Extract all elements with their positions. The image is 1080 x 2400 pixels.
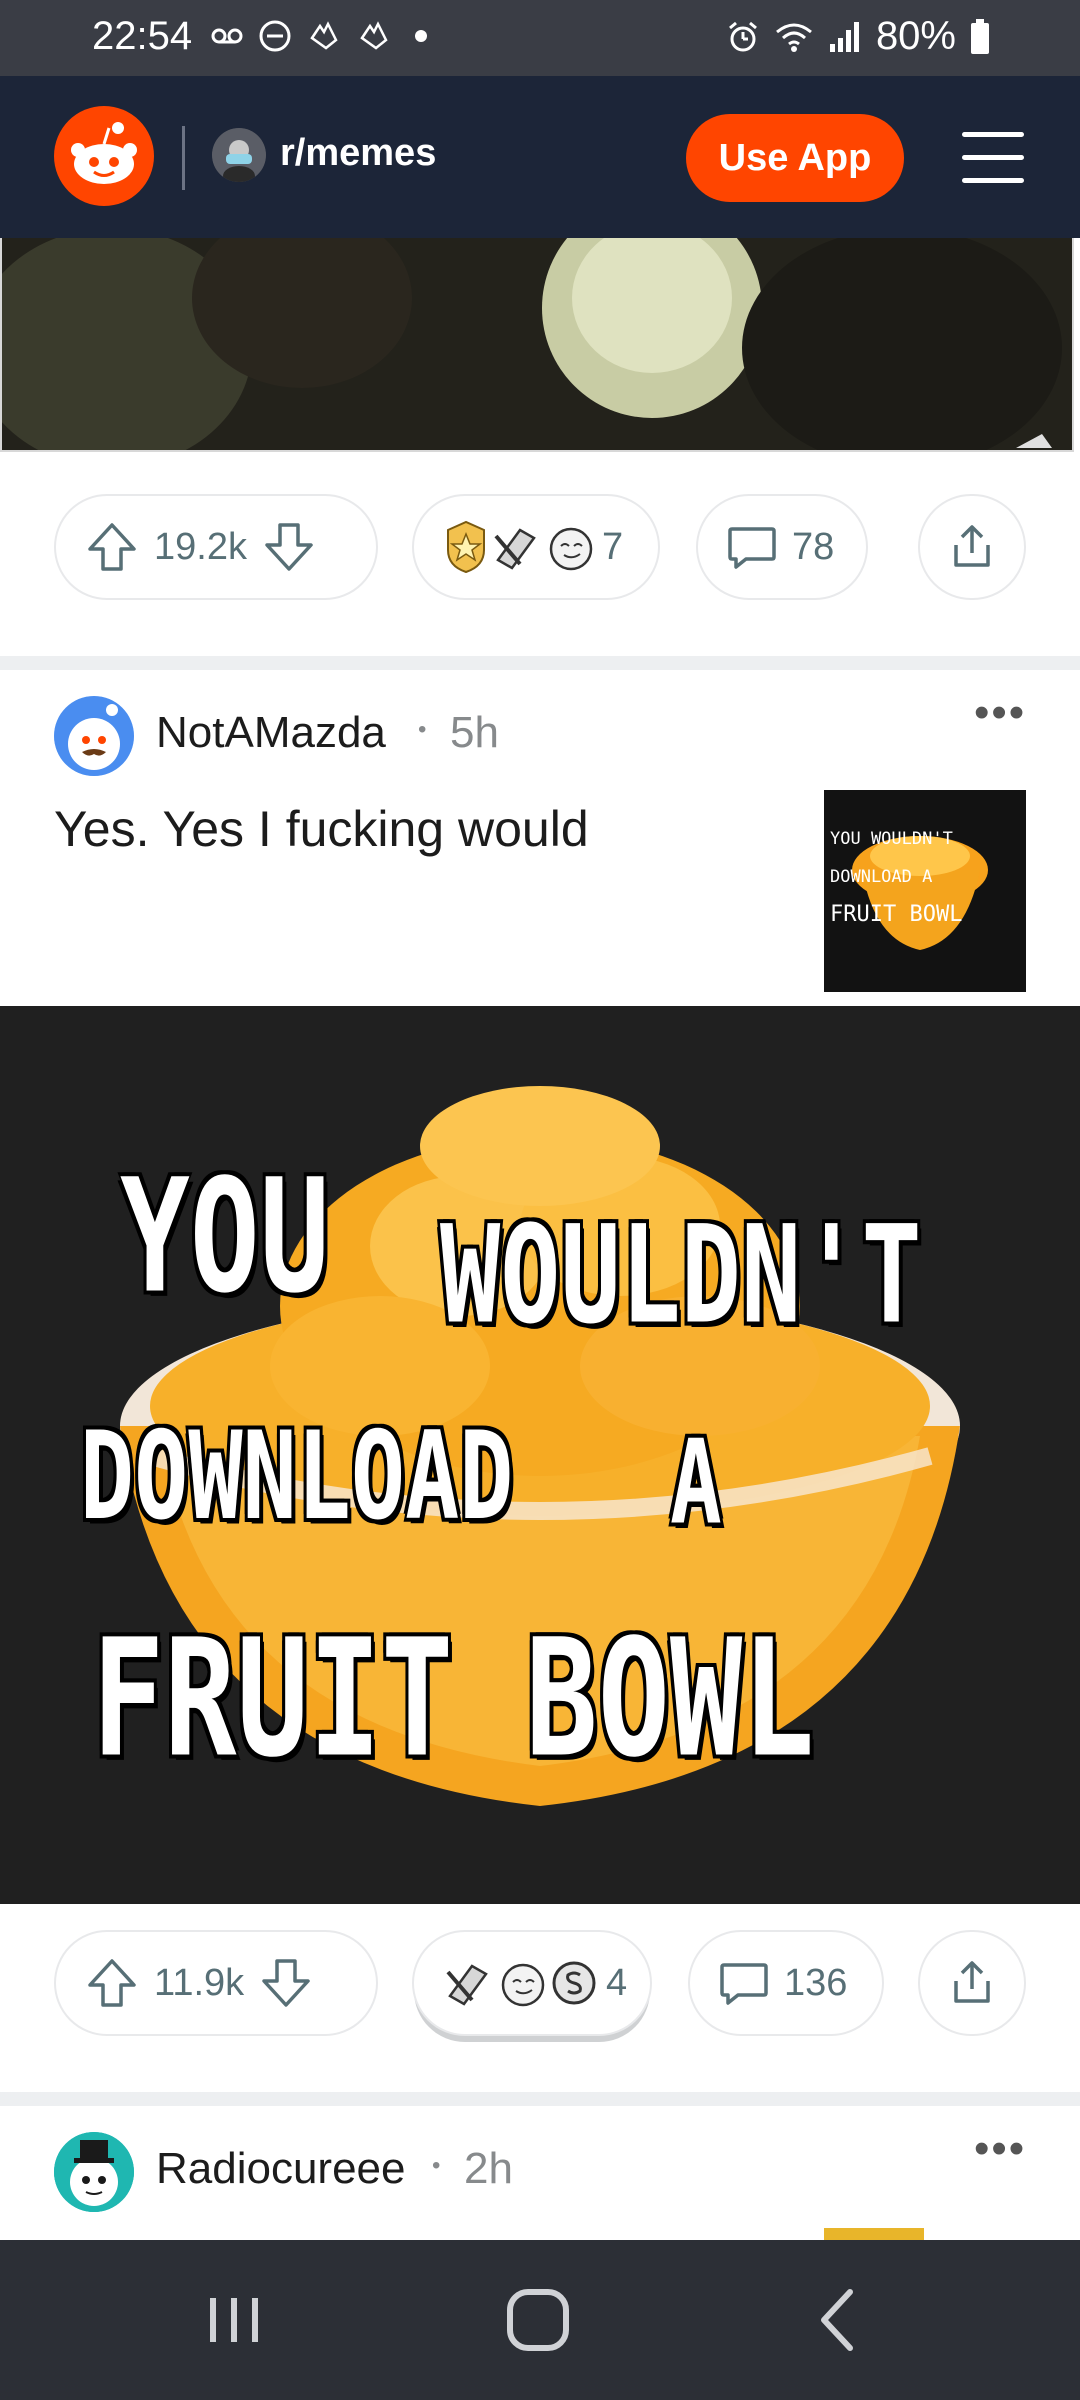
award-icon [494, 528, 536, 570]
app-header: r/memes Use App [0, 76, 1080, 238]
post2-comments-pill[interactable]: 136 [688, 1930, 884, 2036]
subreddit-name[interactable]: r/memes [280, 132, 436, 175]
comment-icon [728, 527, 776, 569]
downvote-icon[interactable] [258, 1955, 314, 2011]
post-thumbnail[interactable] [824, 2228, 924, 2240]
upvote-icon[interactable] [84, 1955, 140, 2011]
separator-dot: • [432, 2152, 441, 2179]
post2-awards-pill[interactable]: 4 [412, 1930, 652, 2036]
feed-separator [0, 2092, 1080, 2106]
back-icon[interactable] [800, 2280, 880, 2360]
separator-dot: • [418, 716, 427, 743]
header-divider [182, 126, 185, 190]
post2-card[interactable]: NotAMazda • 5h ••• Yes. Yes I fucking wo… [0, 670, 1080, 1006]
use-app-button[interactable]: Use App [686, 114, 904, 202]
home-icon[interactable] [498, 2280, 578, 2360]
post3-card[interactable]: Radiocureee • 2h ••• [0, 2106, 1080, 2240]
feed-separator [0, 656, 1080, 670]
award-icon [549, 527, 593, 571]
post1-comments-pill[interactable]: 78 [696, 494, 868, 600]
share-icon [954, 525, 990, 567]
post-author[interactable]: NotAMazda [156, 708, 386, 758]
award-icon [552, 1961, 596, 2005]
upvote-icon[interactable] [84, 519, 140, 575]
author-avatar[interactable] [54, 2132, 134, 2212]
post-author[interactable]: Radiocureee [156, 2144, 406, 2194]
post-thumbnail[interactable]: YOU WOULDN'T DOWNLOAD A FRUIT BOWL [824, 790, 1026, 992]
more-options-icon[interactable]: ••• [974, 2124, 1026, 2174]
voicemail-icon [211, 28, 243, 44]
meme-text-a: A [670, 1416, 722, 1551]
author-avatar[interactable] [54, 696, 134, 776]
post1-vote-pill: 19.2k [54, 494, 378, 600]
post2-upvote-count: 11.9k [154, 1961, 245, 2004]
award-icon [446, 1964, 488, 2006]
post2-vote-pill: 11.9k [54, 1930, 378, 2036]
post2-share-button[interactable] [918, 1930, 1026, 2036]
thumb-line-2: DOWNLOAD A [830, 867, 933, 887]
status-right-icons: 80% [726, 14, 990, 59]
award-icon [501, 1963, 545, 2007]
wifi-icon [775, 23, 812, 52]
post1-awards-count: 7 [602, 525, 624, 568]
alarm-icon [728, 21, 757, 51]
meme-text-fruit-bowl: FRUIT BOWL [92, 1606, 815, 1794]
post2-awards-count: 4 [606, 1961, 628, 2004]
meme-text-wouldnt: WOULDN'T [440, 1196, 922, 1354]
thumb-line-1: YOU WOULDN'T [830, 829, 953, 849]
meme-text-download: DOWNLOAD [80, 1406, 514, 1548]
battery-level: 80% [875, 14, 956, 58]
recent-apps-icon[interactable] [194, 2280, 274, 2360]
comment-icon [720, 1963, 768, 2005]
post1-upvote-count: 19.2k [154, 525, 247, 568]
award-icon [447, 520, 485, 574]
status-time: 22:54 [92, 14, 193, 58]
share-icon [954, 1961, 990, 2003]
meme-text-you: YOU [120, 1146, 330, 1329]
post2-comment-count: 136 [784, 1961, 848, 2004]
post-time: 2h [464, 2144, 513, 2193]
status-left-icons [210, 18, 436, 54]
dot-icon [415, 30, 427, 42]
post1-awards-pill[interactable]: 7 [412, 494, 660, 600]
downvote-icon[interactable] [261, 519, 317, 575]
post1-comment-count: 78 [792, 525, 835, 568]
more-options-icon[interactable]: ••• [974, 688, 1026, 738]
post2-actions: 11.9k 4 136 [0, 1930, 1080, 2070]
hamburger-menu-icon[interactable] [958, 126, 1028, 190]
post-image[interactable]: YOU WOULDN'T DOWNLOAD A FRUIT BOWL [0, 1006, 1080, 1904]
subreddit-avatar[interactable] [212, 128, 266, 182]
post1-actions: 19.2k 7 78 [0, 494, 1080, 634]
post-title[interactable]: Yes. Yes I fucking would [54, 800, 589, 858]
post-time: 5h [450, 708, 499, 757]
gesture-icon [310, 21, 338, 50]
reddit-logo-icon[interactable] [54, 106, 154, 206]
thumb-line-3: FRUIT BOWL [830, 902, 963, 927]
post1-share-button[interactable] [918, 494, 1026, 600]
system-nav-bar [0, 2240, 1080, 2400]
battery-icon [971, 18, 989, 54]
status-bar: 22:54 80% [0, 0, 1080, 76]
gesture-icon [360, 21, 388, 50]
dnd-icon [259, 20, 291, 52]
previous-post-image[interactable] [0, 238, 1080, 458]
signal-icon [829, 21, 859, 52]
